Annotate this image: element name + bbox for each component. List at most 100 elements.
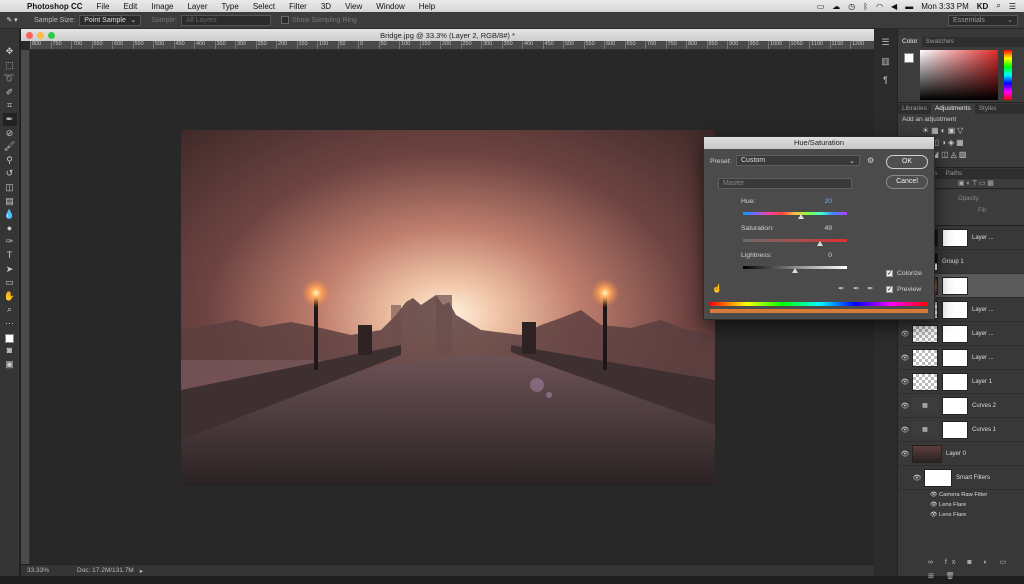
- paragraph-panel-icon[interactable]: ¶: [874, 75, 897, 85]
- gradient-tool-icon[interactable]: ▤: [3, 195, 17, 208]
- preset-select[interactable]: Custom ⌄: [736, 155, 860, 166]
- doc-info[interactable]: Doc: 17.2M/131.7M: [77, 567, 134, 574]
- healing-tool-icon[interactable]: ⊘: [3, 127, 17, 140]
- pen-tool-icon[interactable]: ✑: [3, 235, 17, 248]
- eye-icon[interactable]: 👁: [930, 502, 937, 508]
- menu-type[interactable]: Type: [214, 2, 245, 11]
- gear-icon[interactable]: ⚙: [867, 156, 874, 165]
- cloud-icon[interactable]: ☁: [832, 2, 840, 11]
- eye-icon[interactable]: 👁: [898, 450, 912, 458]
- preview-checkbox[interactable]: ✓: [886, 286, 893, 293]
- blur-tool-icon[interactable]: 💧: [3, 208, 17, 221]
- wifi-icon[interactable]: ◠: [876, 2, 883, 11]
- menu-app-name[interactable]: Photoshop CC: [20, 2, 90, 11]
- bluetooth-icon[interactable]: ᛒ: [863, 2, 868, 11]
- foreground-color-swatch[interactable]: [5, 334, 14, 344]
- eye-icon[interactable]: 👁: [898, 378, 912, 386]
- crop-tool-icon[interactable]: ⌗: [3, 99, 17, 112]
- eye-icon[interactable]: 👁: [898, 426, 912, 434]
- shape-tool-icon[interactable]: ▭: [3, 276, 17, 289]
- battery-icon[interactable]: ▬: [905, 2, 913, 11]
- workspace-select[interactable]: Essentials ⌄: [948, 14, 1018, 26]
- eye-icon[interactable]: 👁: [898, 330, 912, 338]
- filter-item[interactable]: 👁 Lens Flare: [930, 510, 1024, 520]
- hand-adjust-icon[interactable]: ☝: [712, 284, 722, 293]
- volume-icon[interactable]: ◀: [891, 2, 897, 11]
- eye-icon[interactable]: 👁: [930, 492, 937, 498]
- menu-select[interactable]: Select: [246, 2, 282, 11]
- eyedropper-tool-icon[interactable]: ✒: [2, 112, 17, 126]
- tab-color[interactable]: Color: [898, 37, 922, 47]
- layer-row[interactable]: 👁 Layer 1: [898, 370, 1024, 394]
- lasso-tool-icon[interactable]: ➰: [3, 72, 17, 85]
- eye-icon[interactable]: 👁: [930, 512, 937, 518]
- history-panel-icon[interactable]: ☰: [874, 37, 897, 48]
- saturation-slider-track[interactable]: [743, 239, 847, 242]
- dodge-tool-icon[interactable]: ●: [3, 222, 17, 235]
- ok-button[interactable]: OK: [886, 155, 928, 169]
- notification-icon[interactable]: ☰: [1009, 2, 1016, 11]
- brush-tool-icon[interactable]: 🖌: [3, 140, 17, 153]
- zoom-tool-icon[interactable]: ⌕: [3, 303, 17, 316]
- layer-row[interactable]: 👁 Layer ...: [898, 322, 1024, 346]
- marquee-tool-icon[interactable]: ⬚: [3, 59, 17, 72]
- zoom-level[interactable]: 33.33%: [27, 567, 77, 574]
- layer-row[interactable]: 👁 Layer ...: [898, 346, 1024, 370]
- layer-row[interactable]: 👁 ▦ Curves 1: [898, 418, 1024, 442]
- timemachine-icon[interactable]: ◷: [848, 2, 855, 11]
- menu-filter[interactable]: Filter: [282, 2, 314, 11]
- fg-color-swatch[interactable]: [904, 53, 914, 63]
- menu-edit[interactable]: Edit: [116, 2, 144, 11]
- horizontal-ruler[interactable]: 800 750 700 650 600 550 500 450 400 350 300 250 200 1…: [30, 41, 874, 50]
- menubar-user[interactable]: KD: [977, 2, 989, 11]
- menu-3d[interactable]: 3D: [314, 2, 338, 11]
- saturation-slider-thumb[interactable]: [817, 241, 824, 246]
- sample-select[interactable]: All Layers: [180, 14, 271, 26]
- menu-layer[interactable]: Layer: [180, 2, 214, 11]
- menu-view[interactable]: View: [338, 2, 369, 11]
- menu-window[interactable]: Window: [369, 2, 411, 11]
- path-select-tool-icon[interactable]: ➤: [3, 263, 17, 276]
- lightness-value[interactable]: 0: [806, 252, 832, 259]
- layer-row[interactable]: 👁 Layer 0: [898, 442, 1024, 466]
- eyedropper-tool-icon[interactable]: ✎ ▾: [0, 16, 24, 24]
- tab-swatches[interactable]: Swatches: [922, 37, 958, 47]
- eyedropper-minus-icon[interactable]: ✒: [867, 284, 874, 293]
- colorize-checkbox[interactable]: ✓: [886, 270, 893, 277]
- cancel-button[interactable]: Cancel: [886, 175, 928, 189]
- screen-mode-icon[interactable]: ▣: [3, 358, 17, 371]
- filter-item[interactable]: 👁 Lens Flare: [930, 500, 1024, 510]
- eye-icon[interactable]: 👁: [910, 474, 924, 482]
- tab-styles[interactable]: Styles: [975, 104, 1001, 114]
- hue-slider-track[interactable]: [743, 212, 847, 215]
- vertical-ruler[interactable]: [21, 50, 30, 564]
- move-tool-icon[interactable]: ✥: [3, 45, 17, 58]
- color-field[interactable]: [920, 50, 998, 100]
- tab-adjustments[interactable]: Adjustments: [930, 104, 975, 114]
- stamp-tool-icon[interactable]: ⚲: [3, 154, 17, 167]
- more-tools-icon[interactable]: ⋯: [3, 317, 17, 330]
- show-ring-checkbox[interactable]: [280, 16, 289, 24]
- menubar-clock[interactable]: Mon 3:33 PM: [921, 2, 969, 11]
- layer-row[interactable]: 👁 ▦ Curves 2: [898, 394, 1024, 418]
- saturation-value[interactable]: 49: [806, 225, 832, 232]
- status-arrow-icon[interactable]: ▸: [140, 567, 143, 575]
- smart-filters-row[interactable]: 👁 Smart Filters: [898, 466, 1024, 490]
- eyedropper-plus-icon[interactable]: ✒: [853, 284, 860, 293]
- eye-icon[interactable]: 👁: [898, 354, 912, 362]
- lightness-slider-thumb[interactable]: [792, 268, 798, 273]
- hue-strip[interactable]: [1004, 50, 1012, 100]
- menu-file[interactable]: File: [90, 2, 117, 11]
- menu-help[interactable]: Help: [412, 2, 442, 11]
- tab-libraries[interactable]: Libraries: [898, 104, 931, 114]
- type-tool-icon[interactable]: T: [3, 249, 17, 262]
- eraser-tool-icon[interactable]: ◫: [3, 181, 17, 194]
- hue-slider-thumb[interactable]: [797, 214, 804, 219]
- hand-tool-icon[interactable]: ✋: [3, 290, 17, 303]
- history-brush-icon[interactable]: ↺: [3, 167, 17, 180]
- menu-image[interactable]: Image: [144, 2, 180, 11]
- quick-mask-icon[interactable]: ◙: [3, 344, 17, 357]
- sample-size-select[interactable]: Point Sample ⌄: [79, 14, 142, 26]
- quick-select-tool-icon[interactable]: ✐: [3, 86, 17, 99]
- filter-item[interactable]: 👁 Camera Raw Filter: [930, 490, 1024, 500]
